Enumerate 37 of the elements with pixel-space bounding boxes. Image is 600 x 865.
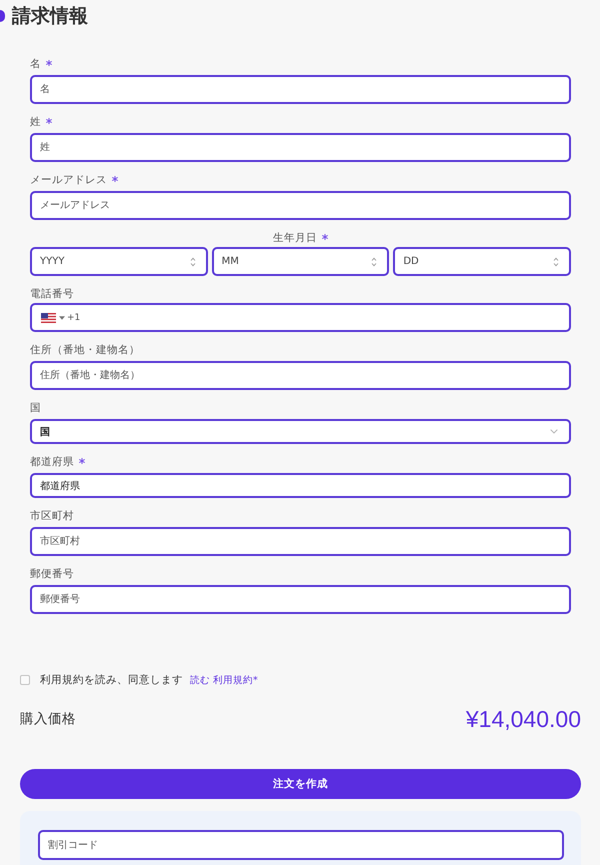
create-order-button[interactable]: 注文を作成	[20, 769, 581, 799]
field-label: 生年月日	[273, 231, 317, 245]
checkbox[interactable]	[20, 675, 30, 685]
stepper-icon	[371, 256, 378, 266]
chevron-down-icon	[550, 429, 558, 434]
price-label: 購入価格	[20, 710, 76, 728]
terms-text: 利用規約を読み、同意します	[40, 673, 183, 687]
input-field[interactable]: 都道府県	[30, 473, 571, 498]
phone-field[interactable]: +1	[30, 303, 571, 332]
field-label: 国	[30, 401, 41, 415]
input-field[interactable]: メールアドレス	[30, 191, 571, 220]
select-field[interactable]: 国	[30, 419, 571, 444]
field-label: 住所（番地・建物名）	[30, 343, 140, 357]
field-label: 郵便番号	[30, 567, 74, 581]
input-field[interactable]: 郵便番号	[30, 585, 571, 614]
price-amount: ¥14,040.00	[466, 706, 581, 732]
field-label: 姓	[30, 115, 41, 129]
input-field[interactable]: 市区町村	[30, 527, 571, 556]
input-field[interactable]: 名	[30, 75, 571, 104]
select-field[interactable]: DD	[393, 247, 571, 276]
field-label: 都道府県	[30, 455, 74, 469]
field-label: 電話番号	[30, 287, 74, 301]
section-marker-icon	[0, 10, 5, 22]
caret-icon[interactable]	[59, 316, 65, 320]
input-field[interactable]: 姓	[30, 133, 571, 162]
section-title: 請求情報	[12, 4, 88, 29]
input-field[interactable]: 住所（番地・建物名）	[30, 361, 571, 390]
field-label: メールアドレス	[30, 173, 107, 187]
select-field[interactable]: YYYY	[30, 247, 208, 276]
flag-icon[interactable]	[41, 312, 56, 322]
discount-code-field[interactable]: 割引コード	[38, 830, 564, 860]
field-label: 市区町村	[30, 509, 74, 523]
field-label: 名	[30, 57, 41, 71]
terms-link[interactable]: 読む 利用規約*	[190, 674, 258, 686]
stepper-icon	[553, 256, 559, 266]
select-field[interactable]: MM	[212, 247, 390, 276]
stepper-icon	[190, 256, 196, 266]
